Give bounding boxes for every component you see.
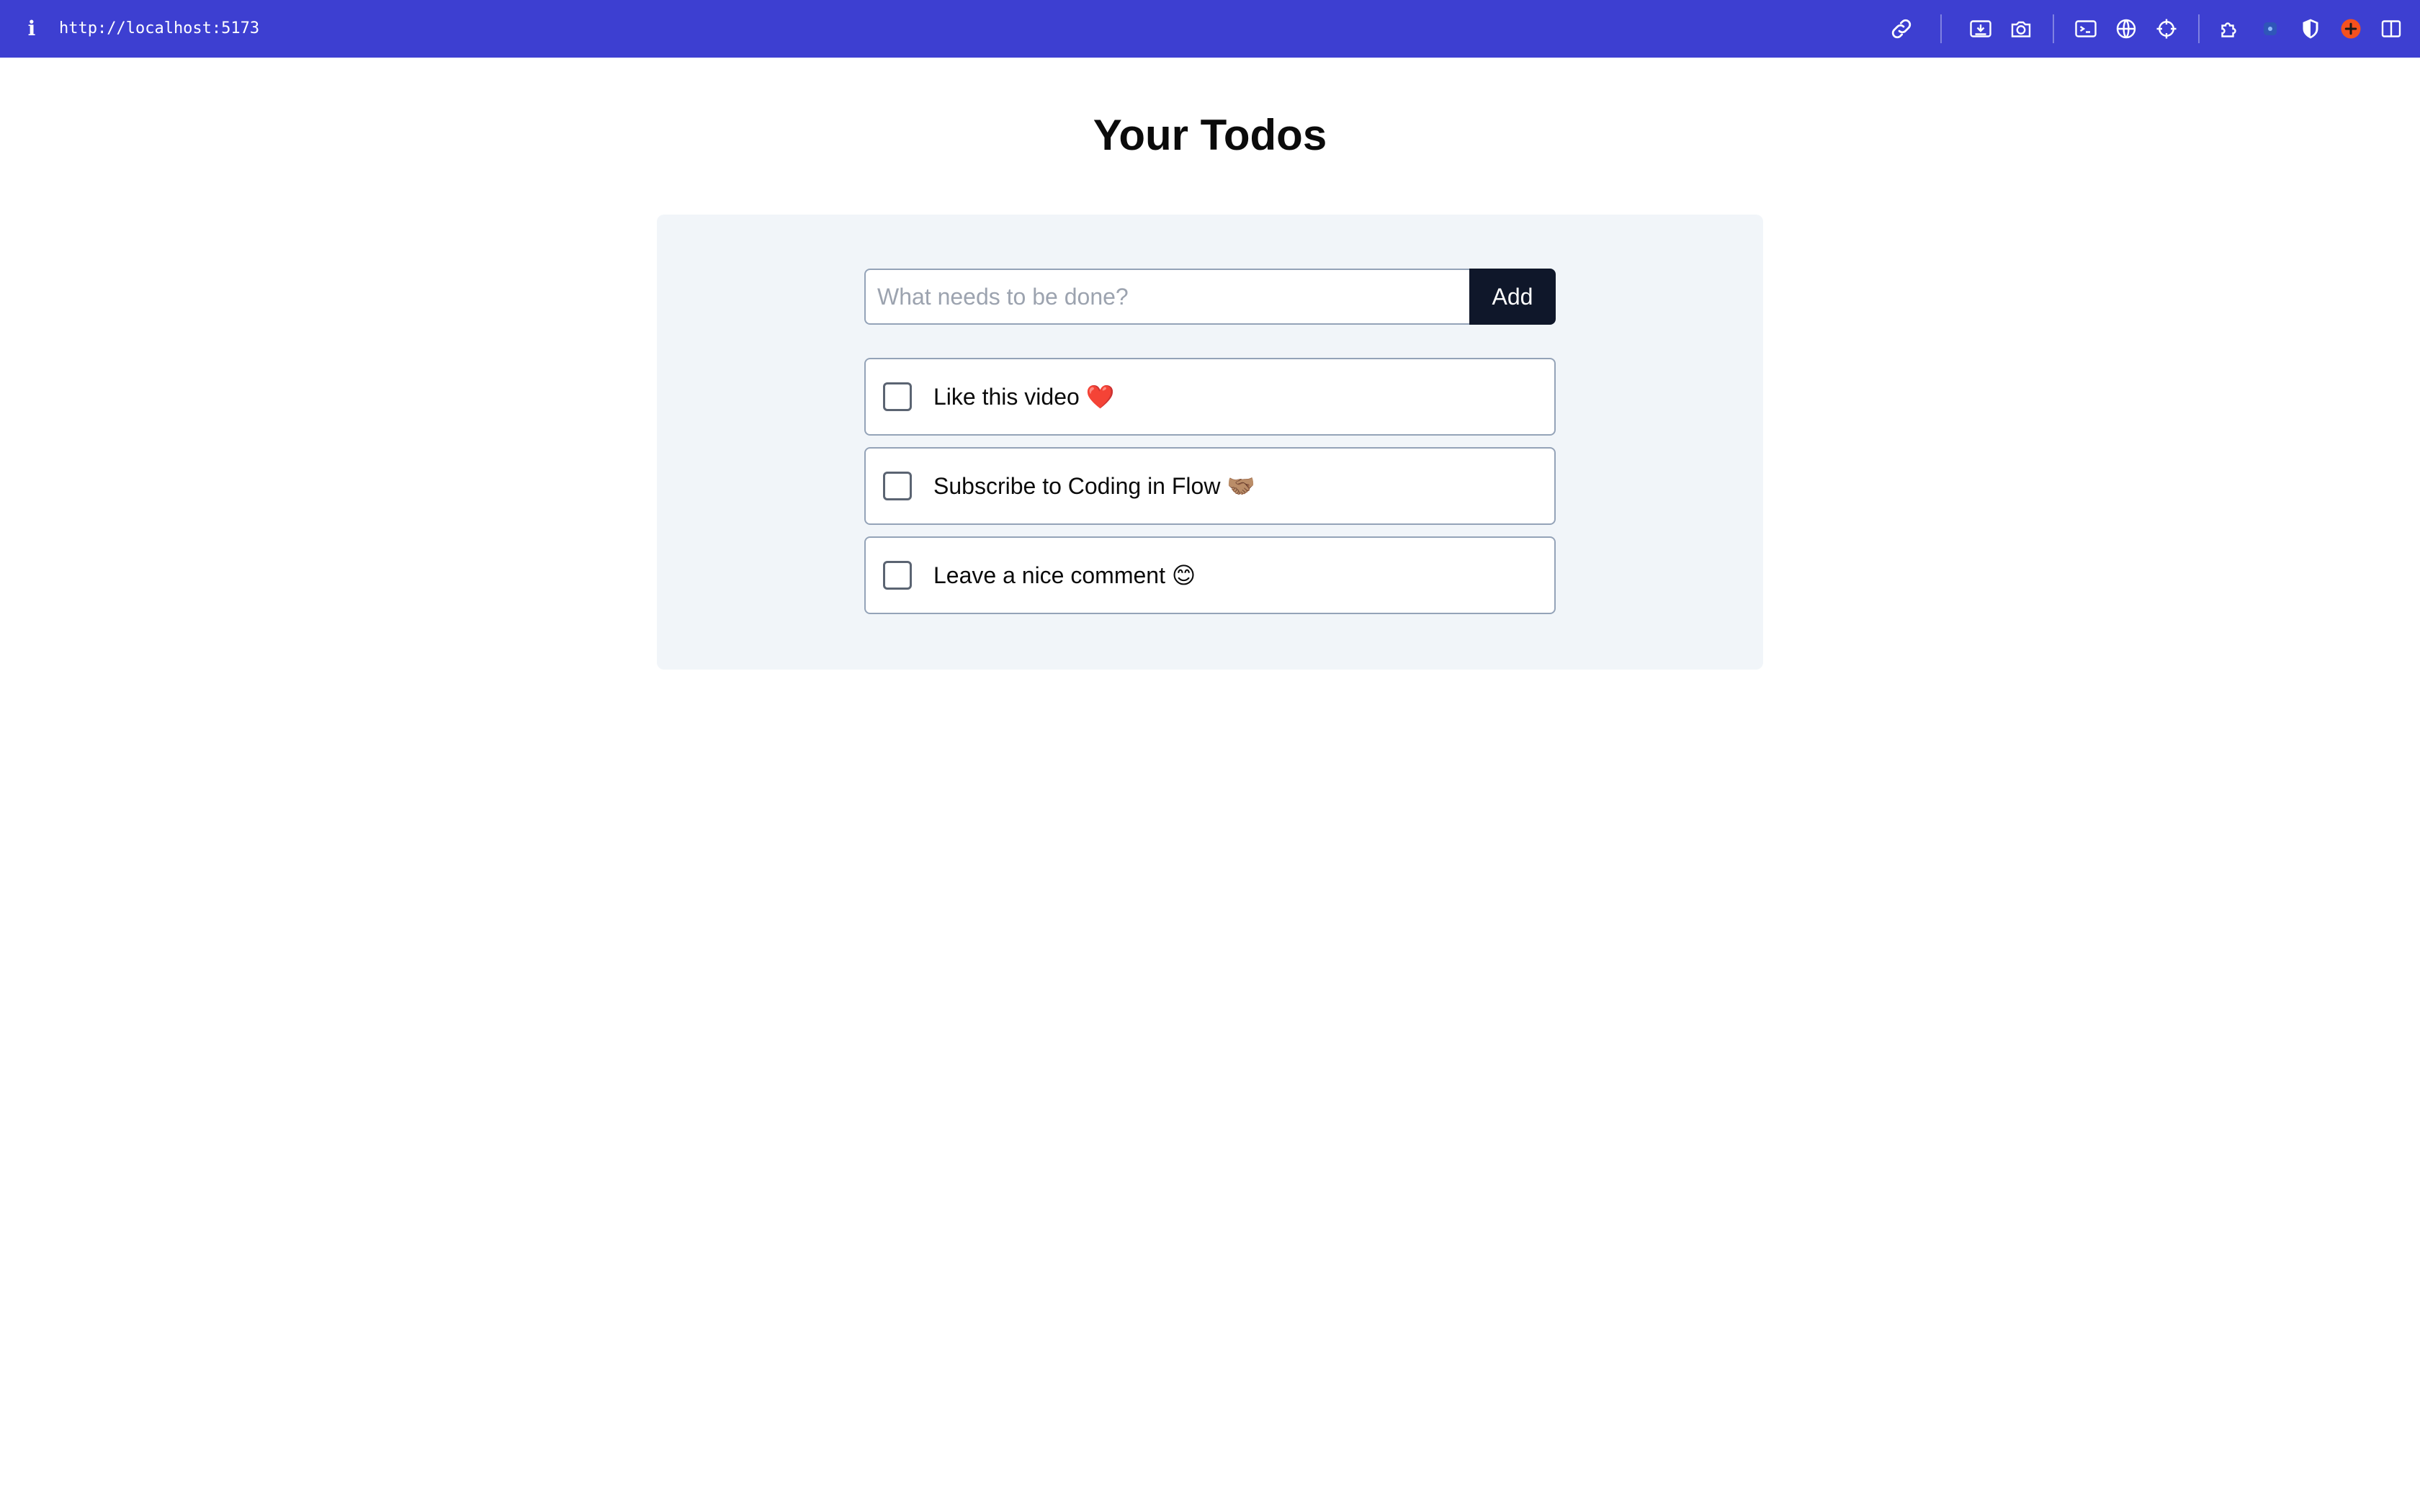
browser-toolbar: i http://localhost:5173 [0, 0, 2420, 58]
toolbar-divider [1940, 14, 1942, 43]
new-todo-input[interactable] [864, 269, 1469, 325]
globe-icon[interactable] [2113, 16, 2139, 42]
address-bar-url[interactable]: http://localhost:5173 [59, 17, 259, 40]
todo-list: Like this video ❤️ Subscribe to Coding i… [864, 358, 1556, 626]
link-icon[interactable] [1888, 16, 1914, 42]
add-circle-icon[interactable] [2338, 16, 2364, 42]
download-icon[interactable] [1968, 16, 1994, 42]
camera-icon[interactable] [2008, 16, 2034, 42]
extension-badge-icon[interactable] [2257, 16, 2283, 42]
todo-checkbox[interactable] [883, 382, 912, 411]
add-button[interactable]: Add [1469, 269, 1556, 325]
toolbar-divider [2198, 14, 2200, 43]
terminal-icon[interactable] [2073, 16, 2099, 42]
sidebar-icon[interactable] [2378, 16, 2404, 42]
todo-checkbox[interactable] [883, 561, 912, 590]
todo-title: Like this video ❤️ [933, 384, 1115, 410]
page-title: Your Todos [1093, 111, 1327, 159]
todo-title: Subscribe to Coding in Flow 🤝🏽 [933, 473, 1256, 499]
toolbar-divider [2053, 14, 2054, 43]
todo-title: Leave a nice comment 😊 [933, 562, 1196, 588]
todo-item[interactable]: Subscribe to Coding in Flow 🤝🏽 [864, 447, 1556, 525]
add-todo-form: Add [864, 269, 1556, 325]
crosshair-icon[interactable] [2154, 16, 2179, 42]
todo-item[interactable]: Like this video ❤️ [864, 358, 1556, 436]
todo-item[interactable]: Leave a nice comment 😊 [864, 536, 1556, 614]
todo-checkbox[interactable] [883, 472, 912, 500]
info-icon[interactable]: i [24, 16, 39, 42]
puzzle-icon[interactable] [2217, 16, 2243, 42]
shield-icon[interactable] [2298, 16, 2323, 42]
